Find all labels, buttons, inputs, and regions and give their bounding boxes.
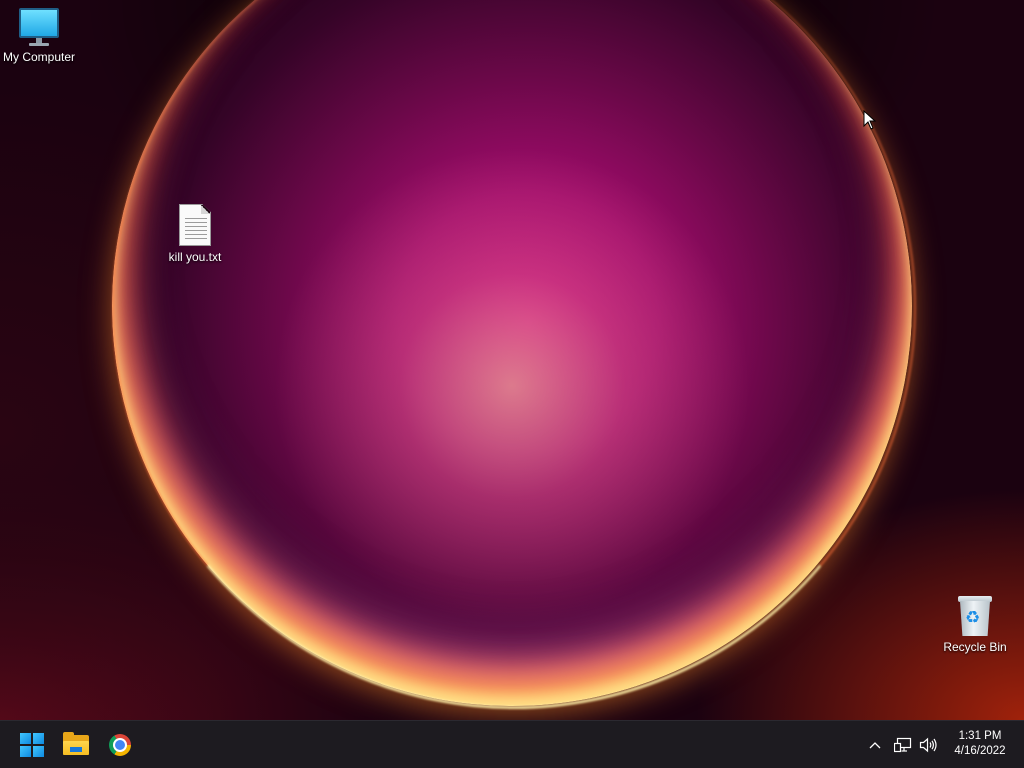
mouse-cursor-icon bbox=[863, 110, 877, 130]
taskbar-clock[interactable]: 1:31 PM 4/16/2022 bbox=[944, 729, 1016, 759]
file-explorer-button[interactable] bbox=[60, 729, 92, 761]
chevron-up-icon[interactable] bbox=[866, 735, 884, 755]
folder-icon bbox=[63, 732, 89, 755]
clock-time: 1:31 PM bbox=[958, 730, 1002, 742]
desktop-wallpaper bbox=[0, 0, 1024, 720]
chrome-icon bbox=[109, 734, 131, 756]
desktop-icon-my-computer[interactable]: My Computer bbox=[0, 8, 84, 64]
desktop-icon-recycle-bin[interactable]: ♻ Recycle Bin bbox=[930, 596, 1020, 654]
text-file-icon bbox=[179, 204, 211, 246]
recycle-bin-icon: ♻ bbox=[958, 596, 992, 636]
chrome-button[interactable] bbox=[104, 729, 136, 761]
desktop-icon-label: kill you.txt bbox=[168, 250, 222, 264]
computer-icon bbox=[19, 8, 59, 46]
network-icon[interactable] bbox=[893, 735, 913, 755]
windows-logo-icon bbox=[20, 733, 44, 757]
start-button[interactable] bbox=[16, 729, 48, 761]
volume-icon[interactable] bbox=[918, 735, 938, 755]
desktop-icon-label: Recycle Bin bbox=[943, 640, 1007, 654]
taskbar: 1:31 PM 4/16/2022 bbox=[0, 720, 1024, 768]
clock-date: 4/16/2022 bbox=[954, 745, 1006, 757]
desktop-icon-label: My Computer bbox=[2, 50, 76, 64]
desktop-icon-text-file[interactable]: kill you.txt bbox=[150, 204, 240, 264]
